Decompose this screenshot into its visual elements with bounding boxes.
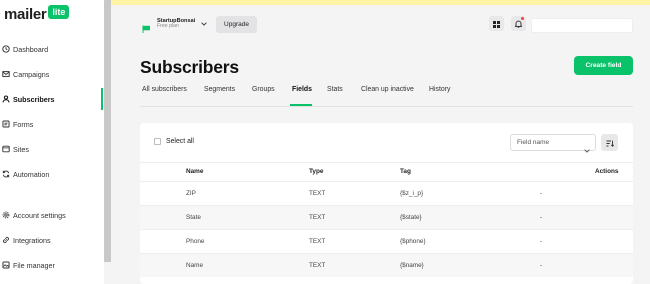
sidebar-item-label: Sites [13, 144, 29, 154]
column-header-type[interactable]: Type [309, 168, 323, 175]
link-icon [2, 236, 10, 244]
forms-icon [2, 120, 10, 128]
globe-icon [2, 145, 10, 153]
mailerlite-logo[interactable]: mailer lite [4, 5, 70, 23]
sidebar-item-label: Subscribers [13, 94, 55, 104]
page-title: Subscribers [140, 57, 239, 77]
cell-type: TEXT [309, 190, 326, 197]
person-icon [2, 95, 10, 103]
upgrade-button[interactable]: Upgrade [216, 16, 257, 33]
sidebar-item-subscribers[interactable]: Subscribers [0, 88, 104, 110]
create-field-button[interactable]: Create field [574, 56, 633, 75]
cell-type: TEXT [309, 214, 326, 221]
sidebar-item-automation[interactable]: Automation [0, 163, 104, 185]
column-header-tag[interactable]: Tag [400, 168, 411, 175]
sort-field-value: Field name [517, 139, 550, 146]
sidebar-scrollbar[interactable] [104, 0, 111, 262]
flag-icon [142, 20, 151, 33]
cell-tag: {$phone} [400, 238, 426, 245]
announcement-bar [111, 0, 650, 5]
cell-actions: - [540, 238, 543, 245]
cell-actions: - [540, 190, 543, 197]
cell-actions: - [540, 214, 543, 221]
tab-stats[interactable]: Stats [327, 86, 343, 106]
logo-text: mailer [4, 6, 47, 23]
notifications-button[interactable] [511, 16, 526, 31]
sort-order-button[interactable] [601, 134, 618, 151]
gear-icon [2, 211, 10, 219]
grid-icon [493, 15, 500, 33]
refresh-icon [2, 170, 10, 178]
sidebar-item-forms[interactable]: Forms [0, 113, 104, 135]
chevron-down-icon [201, 13, 207, 31]
sidebar-item-sites[interactable]: Sites [0, 138, 104, 160]
cell-name: State [186, 214, 201, 221]
notification-dot [521, 17, 524, 20]
search-input[interactable] [531, 18, 633, 33]
fields-card: Select all Field name Name Type Tag Acti… [140, 123, 633, 284]
chevron-down-icon [584, 140, 590, 158]
sidebar-item-account-settings[interactable]: Account settings [0, 204, 104, 226]
sidebar: mailer lite Dashboard Campaigns Subscrib… [0, 0, 104, 284]
tabs-divider [140, 106, 633, 107]
sidebar-item-label: Campaigns [13, 69, 50, 79]
file-manager-icon [2, 261, 10, 269]
column-header-actions: Actions [595, 168, 619, 175]
table-row[interactable]: State TEXT {$state} - [140, 205, 633, 229]
sidebar-item-label: Dashboard [13, 44, 49, 54]
cell-type: TEXT [309, 262, 326, 269]
sort-field-select[interactable]: Field name [510, 134, 596, 153]
account-switcher[interactable]: StartupBonsai Free plan [142, 17, 207, 33]
tab-clean-up-inactive[interactable]: Clean up inactive [361, 86, 414, 106]
sidebar-item-label: Integrations [13, 235, 51, 245]
sidebar-item-label: Account settings [13, 210, 66, 220]
tab-all-subscribers[interactable]: All subscribers [142, 86, 187, 106]
sidebar-item-label: Automation [13, 169, 50, 179]
tab-segments[interactable]: Segments [204, 86, 235, 106]
apps-grid-button[interactable] [489, 16, 504, 31]
cell-tag: {$state} [400, 214, 422, 221]
cell-actions: - [540, 262, 543, 269]
column-header-name[interactable]: Name [186, 168, 203, 175]
logo-badge: lite [48, 5, 70, 19]
sidebar-item-integrations[interactable]: Integrations [0, 229, 104, 251]
sidebar-item-campaigns[interactable]: Campaigns [0, 63, 104, 85]
sidebar-item-file-manager[interactable]: File manager [0, 254, 104, 276]
tab-fields[interactable]: Fields [292, 86, 312, 106]
cell-name: ZIP [186, 190, 196, 197]
top-bar: StartupBonsai Free plan Upgrade [111, 0, 650, 48]
envelope-icon [2, 70, 10, 78]
cell-name: Name [186, 262, 204, 269]
cell-tag: {$z_i_p} [400, 190, 424, 197]
sidebar-item-label: Forms [13, 119, 34, 129]
table-header: Name Type Tag Actions [140, 162, 633, 182]
cell-tag: {$name} [400, 262, 424, 269]
table-row[interactable]: ZIP TEXT {$z_i_p} - [140, 181, 633, 205]
account-plan: Free plan [157, 23, 179, 30]
sidebar-item-dashboard[interactable]: Dashboard [0, 38, 104, 60]
sort-icon [606, 134, 614, 152]
sidebar-item-label: File manager [13, 260, 55, 270]
select-all-checkbox[interactable] [154, 138, 161, 145]
table-row[interactable]: Name TEXT {$name} - [140, 253, 633, 277]
tab-groups[interactable]: Groups [252, 86, 275, 106]
active-indicator [101, 88, 103, 110]
cell-name: Phone [186, 238, 205, 245]
clock-icon [2, 45, 10, 53]
select-all-label[interactable]: Select all [166, 138, 194, 145]
cell-type: TEXT [309, 238, 326, 245]
table-row[interactable]: Phone TEXT {$phone} - [140, 229, 633, 253]
tab-history[interactable]: History [429, 86, 450, 106]
